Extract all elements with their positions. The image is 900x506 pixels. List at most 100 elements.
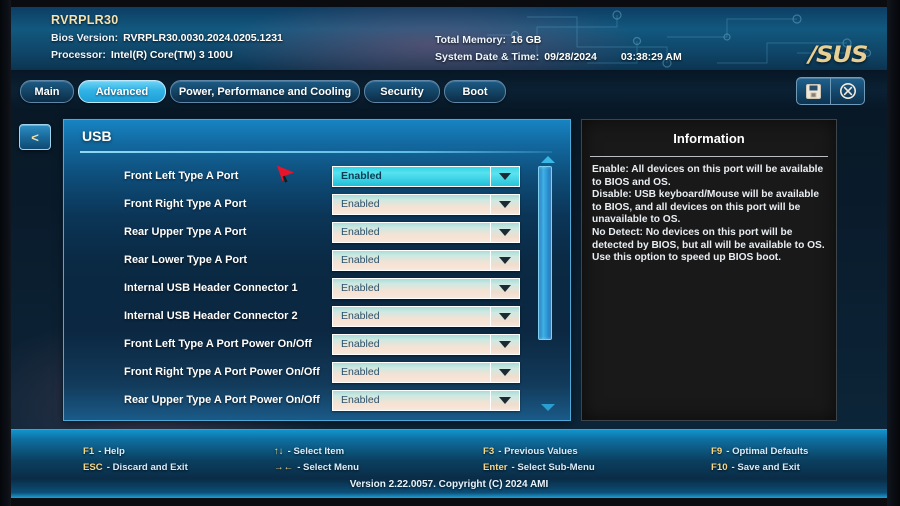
- monitor-photo: RVRPLR30 Bios Version: RVRPLR30.0030.2024…: [0, 0, 900, 506]
- chevron-down-icon[interactable]: [490, 222, 519, 242]
- processor-label: Processor:: [51, 49, 106, 61]
- caret-shape: [499, 256, 511, 264]
- setting-label: Front Right Type A Port Power On/Off: [124, 366, 320, 378]
- hotkey-entry: F10- Save and Exit: [711, 462, 800, 473]
- setting-dropdown-value: Enabled: [333, 166, 490, 186]
- hotkey-key: Enter: [483, 462, 508, 473]
- exit-button[interactable]: [830, 77, 865, 105]
- chevron-down-icon[interactable]: [490, 278, 519, 298]
- caret-shape: [499, 312, 511, 320]
- tab-boot[interactable]: Boot: [444, 80, 506, 103]
- total-memory-value: 16 GB: [510, 34, 542, 46]
- back-chevron-icon: <: [31, 129, 39, 145]
- setting-row[interactable]: Internal USB Header Connector 1 Enabled: [64, 274, 570, 302]
- setting-dropdown[interactable]: Enabled: [332, 333, 520, 355]
- setting-dropdown-value: Enabled: [333, 222, 490, 242]
- chevron-down-icon[interactable]: [490, 362, 519, 382]
- tab-main-label: Main: [34, 85, 60, 98]
- hotkey-description: - Help: [98, 446, 125, 457]
- system-datetime-row: System Date & Time: 09/28/2024 03:38:29 AM: [435, 51, 682, 63]
- chevron-down-icon[interactable]: [490, 166, 519, 186]
- setting-label: Rear Lower Type A Port: [124, 254, 248, 266]
- hotkey-description: - Select Sub-Menu: [511, 462, 595, 473]
- caret-shape: [499, 200, 511, 208]
- floppy-disk-icon: [806, 83, 821, 99]
- setting-row[interactable]: Rear Upper Type A Port Enabled: [64, 218, 570, 246]
- setting-dropdown[interactable]: Enabled: [332, 165, 520, 187]
- chevron-down-icon[interactable]: [490, 306, 519, 326]
- setting-label: Front Left Type A Port Power On/Off: [124, 338, 312, 350]
- bios-version-row: Bios Version: RVRPLR30.0030.2024.0205.123…: [51, 32, 283, 44]
- hotkey-description: - Discard and Exit: [106, 462, 188, 473]
- bios-header: RVRPLR30 Bios Version: RVRPLR30.0030.2024…: [11, 7, 887, 70]
- hotkey-key: →←: [274, 462, 294, 473]
- bios-version-footer: Version 2.22.0057. Copyright (C) 2024 AM…: [349, 479, 549, 490]
- setting-dropdown[interactable]: Enabled: [332, 249, 520, 271]
- hotkey-entry: ESC - Discard and Exit: [83, 462, 188, 473]
- setting-dropdown[interactable]: Enabled: [332, 305, 520, 327]
- caret-shape: [499, 340, 511, 348]
- setting-dropdown[interactable]: Enabled: [332, 193, 520, 215]
- save-button[interactable]: [796, 77, 831, 105]
- tab-main[interactable]: Main: [20, 80, 74, 103]
- setting-dropdown[interactable]: Enabled: [332, 221, 520, 243]
- scrollbar-thumb[interactable]: [538, 166, 552, 340]
- caret-shape: [499, 368, 511, 376]
- setting-label: Rear Upper Type A Port Power On/Off: [124, 394, 320, 406]
- tab-security-label: Security: [380, 85, 424, 98]
- tab-advanced-label: Advanced: [95, 85, 149, 98]
- hotkey-key: F9: [711, 446, 723, 457]
- bios-version-label: Bios Version:: [51, 32, 119, 44]
- setting-label: Rear Upper Type A Port: [124, 226, 247, 238]
- total-memory-row: Total Memory: 16 GB: [435, 34, 682, 46]
- chevron-down-icon[interactable]: [490, 194, 519, 214]
- system-status-block: Total Memory: 16 GB System Date & Time: 09…: [435, 29, 682, 63]
- hotkey-entry: →← - Select Menu: [274, 462, 359, 473]
- chevron-down-icon[interactable]: [490, 390, 519, 410]
- setting-dropdown[interactable]: Enabled: [332, 361, 520, 383]
- scroll-down-arrow-icon[interactable]: [541, 404, 555, 411]
- setting-dropdown-value: Enabled: [333, 334, 490, 354]
- setting-dropdown[interactable]: Enabled: [332, 389, 520, 411]
- hotkey-entry: Enter - Select Sub-Menu: [483, 462, 595, 473]
- back-button[interactable]: <: [19, 124, 51, 150]
- setting-row[interactable]: Front Left Type A Port Power On/Off Enabl…: [64, 330, 570, 358]
- setting-label: Internal USB Header Connector 1: [124, 282, 298, 294]
- bezel-edge-glow-right: [887, 7, 889, 499]
- setting-dropdown-value: Enabled: [333, 194, 490, 214]
- bios-setup-screen: RVRPLR30 Bios Version: RVRPLR30.0030.2024…: [11, 7, 887, 498]
- chevron-down-icon[interactable]: [490, 334, 519, 354]
- setting-row[interactable]: Rear Upper Type A Port Power On/Off Enabl…: [64, 386, 570, 414]
- bezel-bottom: [0, 498, 900, 506]
- bezel-left: [0, 0, 11, 506]
- information-panel-text: Enable: All devices on this port will be…: [592, 164, 825, 264]
- setting-row[interactable]: Front Right Type A Port Enabled: [64, 190, 570, 218]
- setting-dropdown-value: Enabled: [333, 390, 490, 410]
- hotkey-key: ↑↓: [274, 446, 284, 457]
- setting-dropdown-value: Enabled: [333, 250, 490, 270]
- information-panel: Information Enable: All devices on this …: [581, 119, 837, 421]
- bezel-top: [0, 0, 900, 7]
- setting-dropdown-value: Enabled: [333, 306, 490, 326]
- total-memory-label: Total Memory:: [435, 34, 506, 46]
- setting-row[interactable]: Internal USB Header Connector 2 Enabled: [64, 302, 570, 330]
- tab-advanced[interactable]: Advanced: [78, 80, 166, 103]
- close-circle-icon: [839, 83, 856, 99]
- usb-settings-panel: USB Front Left Type A Port Enabled Front R…: [63, 119, 571, 421]
- hotkey-description: - Select Item: [287, 446, 345, 457]
- setting-dropdown[interactable]: Enabled: [332, 277, 520, 299]
- setting-row[interactable]: Rear Lower Type A Port Enabled: [64, 246, 570, 274]
- tab-security[interactable]: Security: [364, 80, 440, 103]
- system-identity-block: RVRPLR30 Bios Version: RVRPLR30.0030.2024…: [51, 13, 283, 61]
- bezel-right: [887, 0, 900, 506]
- asus-logo: /SUS: [808, 43, 869, 68]
- setting-label: Internal USB Header Connector 2: [124, 310, 298, 322]
- tab-power-performance-cooling[interactable]: Power, Performance and Cooling: [170, 80, 360, 103]
- tab-power-performance-cooling-label: Power, Performance and Cooling: [178, 85, 352, 98]
- hotkey-description: - Select Menu: [297, 462, 360, 473]
- chevron-down-icon[interactable]: [490, 250, 519, 270]
- caret-shape: [499, 284, 511, 292]
- setting-row[interactable]: Front Right Type A Port Power On/Off Enab…: [64, 358, 570, 386]
- hotkey-key: ESC: [83, 462, 103, 473]
- setting-row[interactable]: Front Left Type A Port Enabled: [64, 162, 570, 190]
